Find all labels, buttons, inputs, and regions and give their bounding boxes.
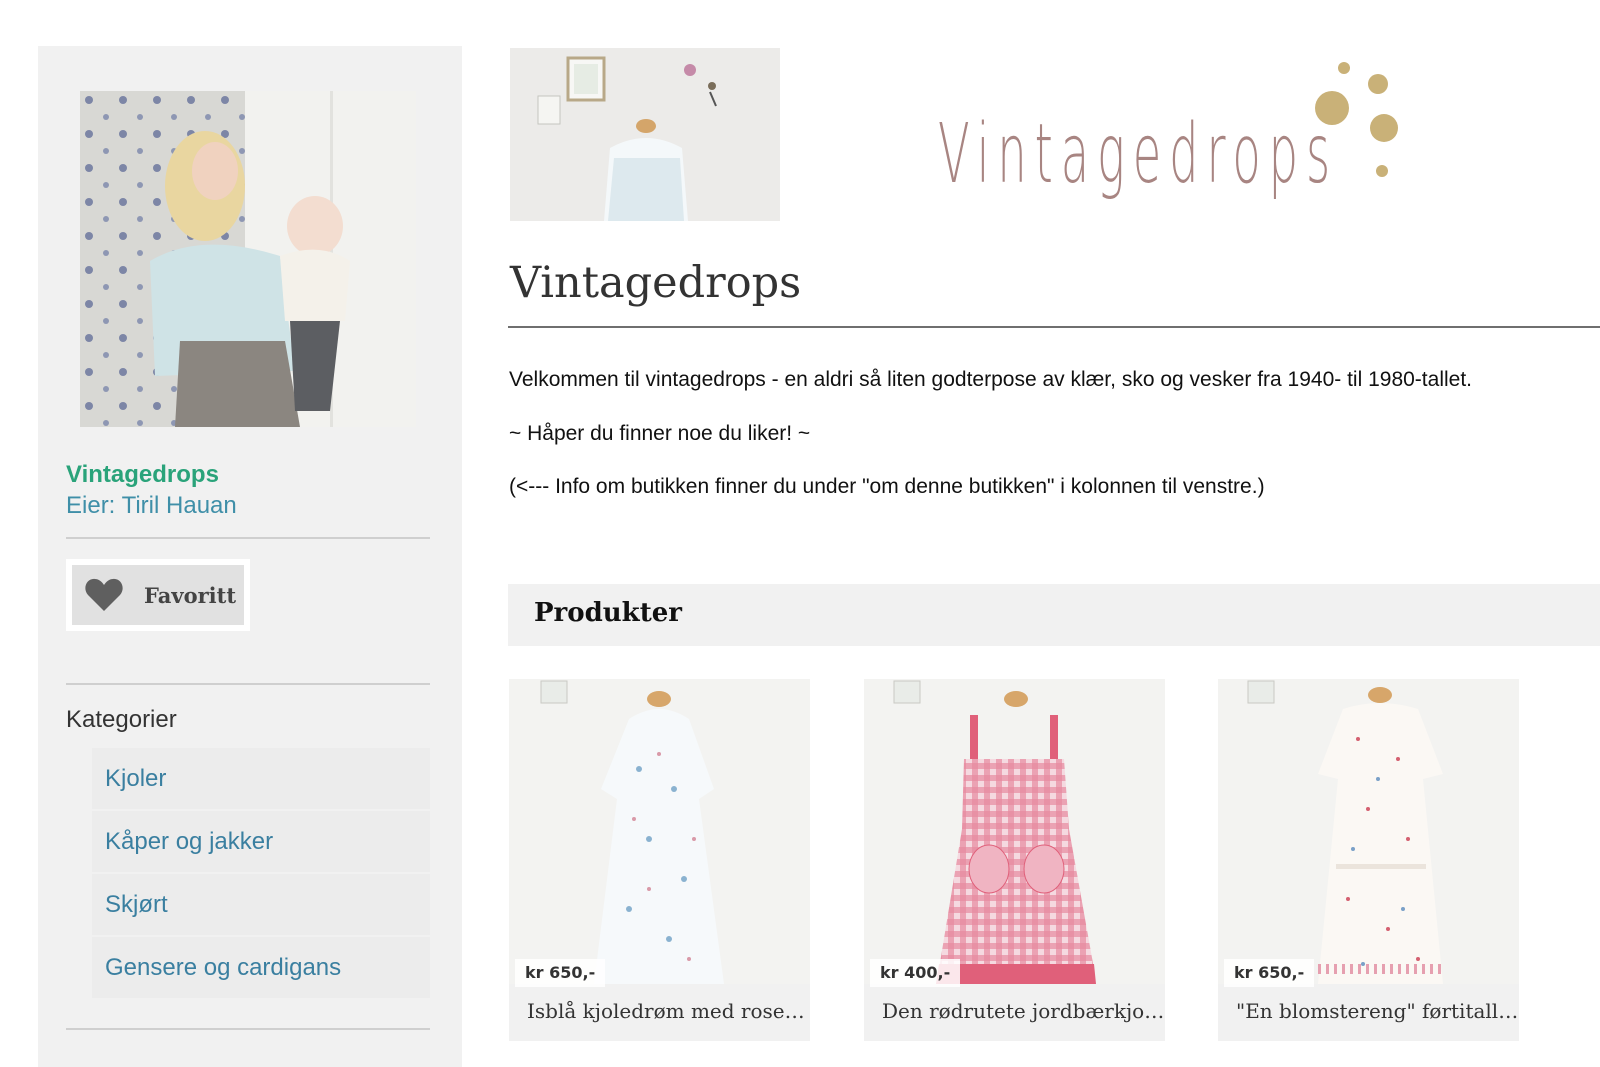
category-list: Kjoler Kåper og jakker Skjørt Gensere og…: [92, 748, 430, 1000]
divider: [66, 1028, 430, 1030]
shop-description-welcome: Velkommen til vintagedrops - en aldri så…: [509, 368, 1472, 391]
shop-logo: Vintagedrops: [930, 56, 1410, 206]
product-image[interactable]: [509, 679, 810, 984]
page-title: Vintagedrops: [510, 258, 802, 308]
category-item-kjoler[interactable]: Kjoler: [92, 748, 430, 809]
categories-heading: Kategorier: [66, 706, 177, 733]
banner-photo: [510, 48, 780, 221]
products-heading: Produkter: [534, 598, 682, 628]
product-image[interactable]: [1218, 679, 1519, 984]
product-price: kr 650,-: [515, 959, 606, 987]
divider: [66, 683, 430, 685]
favorite-button[interactable]: Favoritt: [66, 559, 250, 631]
category-item-skjort[interactable]: Skjørt: [92, 874, 430, 935]
product-title[interactable]: Isblå kjoledrøm med rosekvister: [527, 999, 811, 1023]
product-card[interactable]: kr 400,- Den rødrutete jordbærkjolen: [864, 679, 1166, 1041]
product-card[interactable]: kr 650,- Isblå kjoledrøm med rosekvister: [509, 679, 811, 1041]
shop-owner: Eier: Tiril Hauan: [66, 492, 237, 519]
product-image[interactable]: [864, 679, 1165, 984]
product-price: kr 650,-: [1224, 959, 1315, 987]
shop-description-info: (<--- Info om butikken finner du under "…: [509, 475, 1265, 498]
product-title[interactable]: "En blomstereng" førtitallskjole: [1236, 999, 1520, 1023]
shop-name-link[interactable]: Vintagedrops: [66, 461, 219, 489]
heart-icon: [85, 578, 123, 611]
favorite-label: Favoritt: [144, 582, 237, 608]
products-header: Produkter: [508, 584, 1600, 646]
category-item-kaper-og-jakker[interactable]: Kåper og jakker: [92, 811, 430, 872]
product-title[interactable]: Den rødrutete jordbærkjolen: [882, 999, 1166, 1023]
product-card[interactable]: kr 650,- "En blomstereng" førtitallskjol…: [1218, 679, 1520, 1041]
divider: [66, 537, 430, 539]
shop-sidebar: Vintagedrops Eier: Tiril Hauan Favoritt …: [38, 46, 462, 1067]
category-item-gensere-og-cardigans[interactable]: Gensere og cardigans: [92, 937, 430, 998]
shop-description-greeting: ~ Håper du finner noe du liker! ~: [509, 422, 811, 445]
logo-text: Vintagedrops: [938, 107, 1338, 202]
product-price: kr 400,-: [870, 959, 961, 987]
favorite-button-body: Favoritt: [72, 565, 244, 625]
title-divider: [508, 326, 1600, 328]
owner-photo[interactable]: [80, 91, 416, 427]
